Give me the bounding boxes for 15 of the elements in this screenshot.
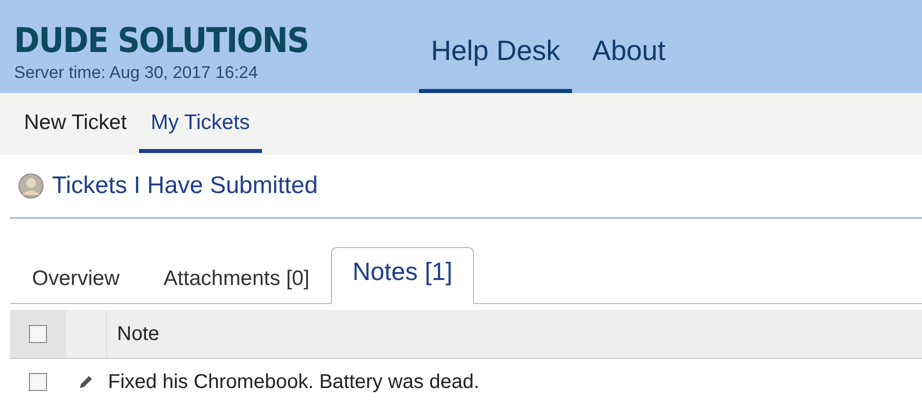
subnav-tab[interactable]: My Tickets <box>138 111 262 153</box>
tab[interactable]: Overview <box>10 267 142 303</box>
column-header: Note <box>116 322 160 346</box>
server-time: Server time: Aug 30, 2017 16:24 <box>14 63 259 83</box>
tab[interactable]: Notes [1] <box>331 247 474 304</box>
subnav-tab[interactable]: New Ticket <box>12 111 139 153</box>
avatar-icon <box>18 173 44 199</box>
checkbox[interactable] <box>29 325 47 343</box>
page-title: Tickets I Have Submitted <box>52 172 318 200</box>
table-cell-text: Fixed his Chromebook. Battery was dead. <box>107 370 480 394</box>
nav-tab[interactable]: About <box>580 35 678 93</box>
pencil-icon[interactable] <box>78 374 94 390</box>
logo: DUDE SOLUTIONS <box>14 21 310 61</box>
checkbox[interactable] <box>29 373 47 391</box>
tab[interactable]: Attachments [0] <box>142 267 332 303</box>
